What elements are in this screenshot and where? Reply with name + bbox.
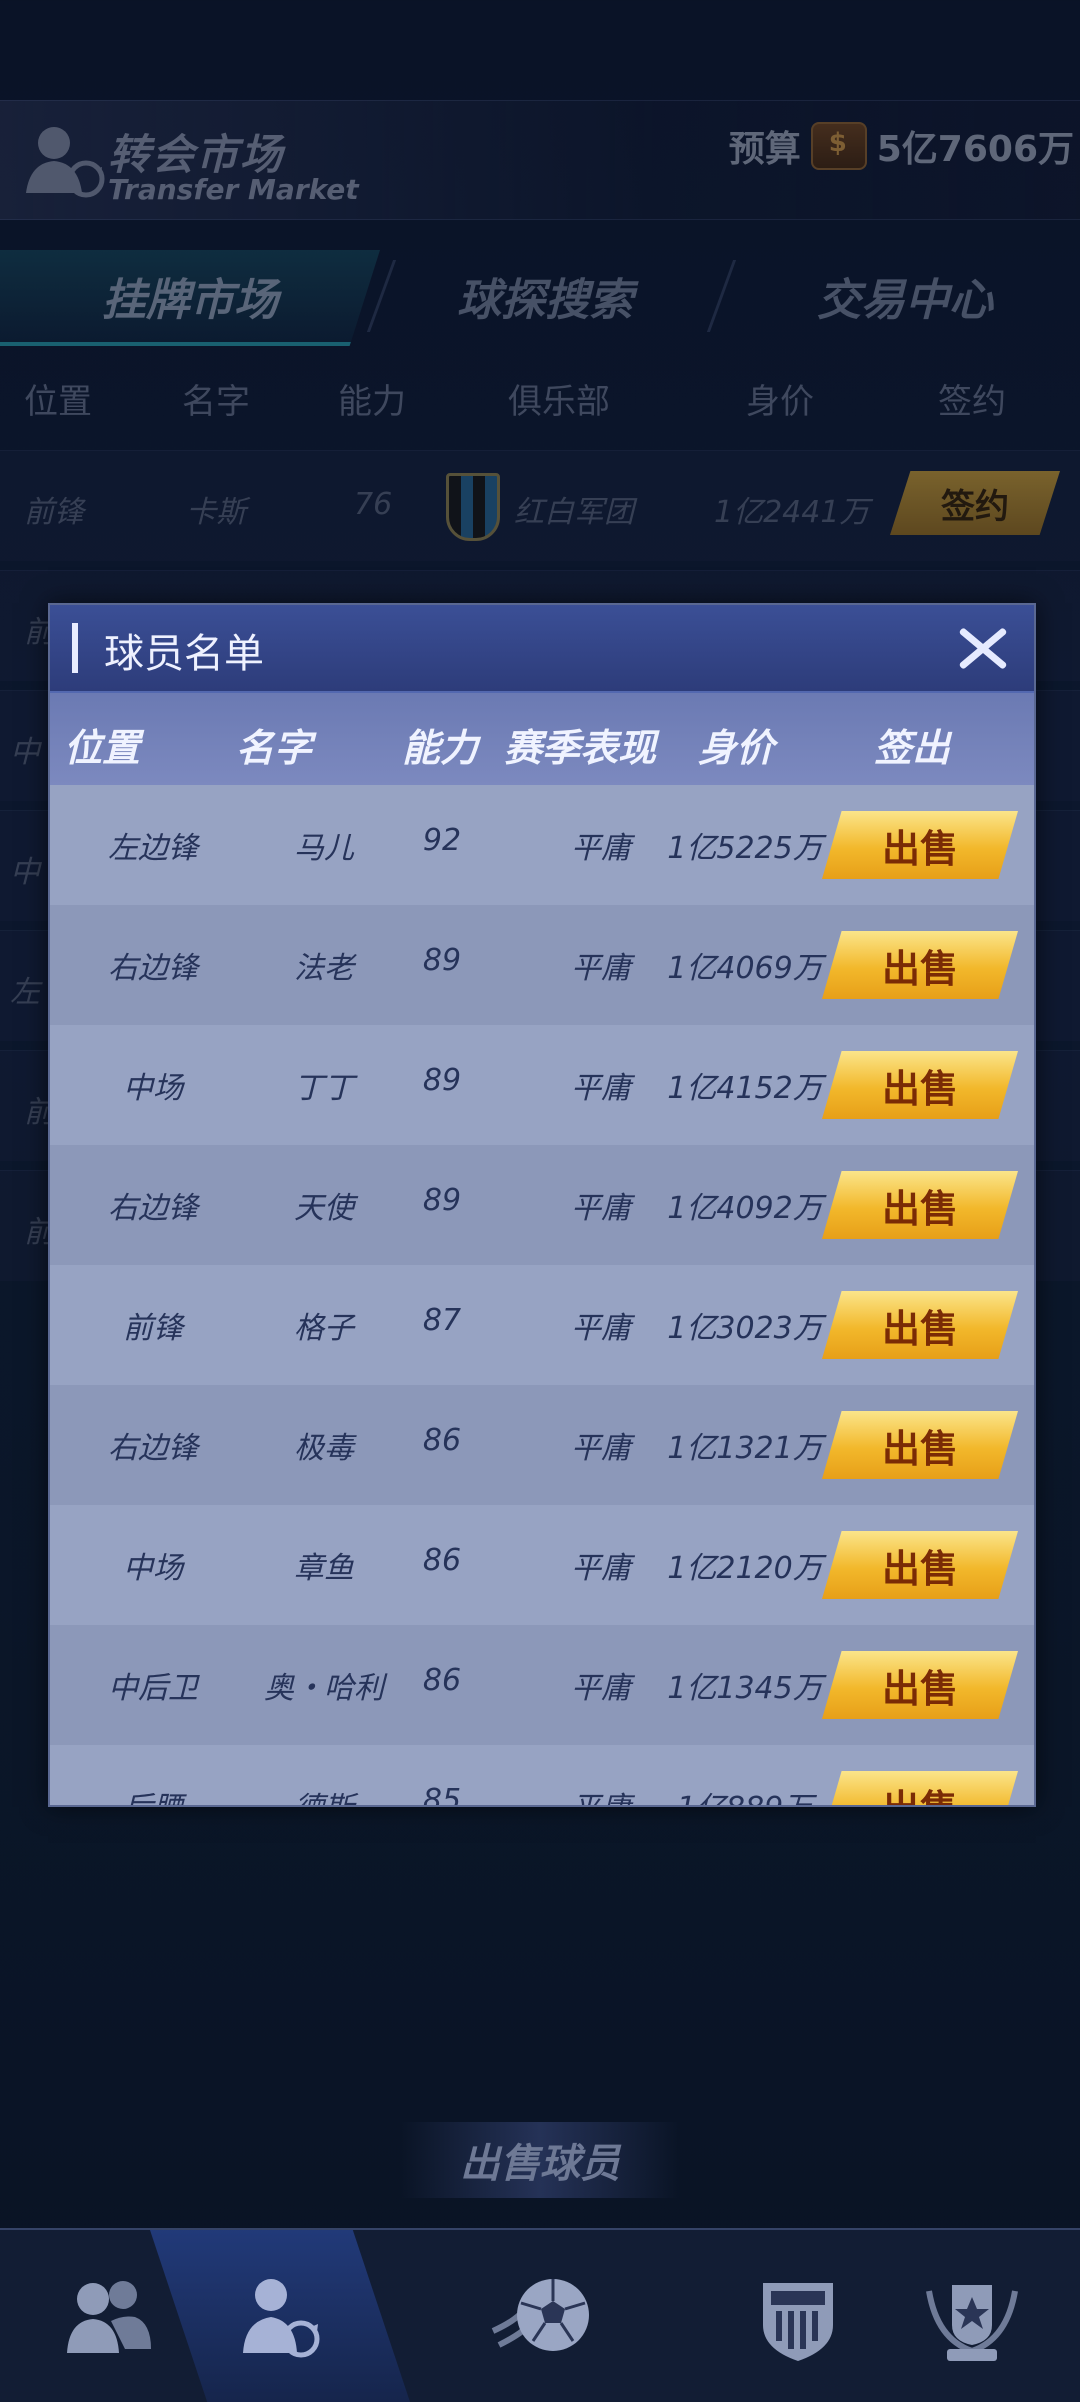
title-accent-bar [72, 623, 78, 673]
player-form: 平庸 [571, 1671, 631, 1706]
player-position: 前锋 [123, 1311, 183, 1346]
player-value: 1亿889万 [660, 1783, 830, 1805]
club-badge-icon [763, 2283, 833, 2361]
player-ability: 89 [422, 1063, 462, 1098]
sell-button[interactable]: 出售 [822, 1051, 1018, 1119]
col-ability: 能力 [402, 726, 479, 770]
player-list-modal: 球员名单 位置 名字 能力 赛季表现 身价 签出 左边锋 马儿 92 平庸 1亿… [48, 603, 1036, 1807]
player-value: 1亿4092万 [667, 1191, 823, 1226]
sell-button[interactable]: 出售 [822, 1171, 1018, 1239]
sell-button[interactable]: 出售 [822, 1651, 1018, 1719]
player-name: 法老 [294, 951, 354, 986]
player-name: 格子 [294, 1311, 354, 1346]
col-season-form: 赛季表现 [504, 726, 657, 770]
player-row: 后腰 德斯 85 平庸 1亿889万 出售 [50, 1745, 1034, 1805]
sell-button[interactable]: 出售 [822, 811, 1018, 879]
player-form: 平庸 [571, 1551, 631, 1586]
player-name: 天使 [294, 1191, 354, 1226]
trophy-icon [926, 2285, 1018, 2361]
player-name: 奥・哈利 [264, 1671, 384, 1706]
player-name: 丁丁 [294, 1071, 354, 1106]
close-icon[interactable] [950, 615, 1016, 681]
player-list[interactable]: 左边锋 马儿 92 平庸 1亿5225万 出售 右边锋 法老 89 平庸 1亿4… [50, 785, 1034, 1805]
player-ability: 86 [422, 1663, 462, 1698]
player-form: 平庸 [526, 1783, 676, 1805]
player-row: 右边锋 法老 89 平庸 1亿4069万 出售 [50, 905, 1034, 1025]
player-form: 平庸 [571, 1191, 631, 1226]
sell-button[interactable]: 出售 [822, 1771, 1018, 1805]
player-form: 平庸 [571, 1071, 631, 1106]
player-ability: 86 [422, 1423, 462, 1458]
player-value: 1亿5225万 [667, 831, 823, 866]
player-position: 中场 [123, 1071, 183, 1106]
player-position: 中后卫 [108, 1671, 198, 1706]
player-form: 平庸 [571, 1431, 631, 1466]
player-position: 右边锋 [108, 1431, 198, 1466]
player-row: 右边锋 天使 89 平庸 1亿4092万 出售 [50, 1145, 1034, 1265]
player-name: 德斯 [224, 1783, 424, 1805]
player-value: 1亿1321万 [667, 1431, 823, 1466]
sell-players-button[interactable]: 出售球员 [400, 2122, 680, 2198]
player-row: 前锋 格子 87 平庸 1亿3023万 出售 [50, 1265, 1034, 1385]
player-position: 后腰 [58, 1783, 248, 1805]
player-ability: 85 [422, 1783, 462, 1805]
player-value: 1亿3023万 [667, 1311, 823, 1346]
transfer-icon [243, 2279, 320, 2358]
player-row: 中后卫 奥・哈利 86 平庸 1亿1345万 出售 [50, 1625, 1034, 1745]
col-position: 位置 [64, 726, 141, 770]
player-value: 1亿4152万 [667, 1071, 823, 1106]
sell-button[interactable]: 出售 [822, 1531, 1018, 1599]
col-name: 名字 [236, 726, 313, 770]
modal-title: 球员名单 [104, 631, 264, 677]
player-value: 1亿4069万 [667, 951, 823, 986]
sell-button[interactable]: 出售 [822, 1291, 1018, 1359]
player-ability: 92 [422, 823, 462, 858]
nav-trophy[interactable] [864, 2230, 1080, 2402]
nav-match[interactable] [432, 2230, 648, 2402]
player-ability: 89 [422, 1183, 462, 1218]
bottom-nav [0, 2228, 1080, 2402]
player-position: 左边锋 [108, 831, 198, 866]
player-name: 章鱼 [294, 1551, 354, 1586]
football-icon [491, 2279, 589, 2351]
player-position: 右边锋 [108, 1191, 198, 1226]
player-row: 中场 章鱼 86 平庸 1亿2120万 出售 [50, 1505, 1034, 1625]
player-table-header: 位置 名字 能力 赛季表现 身价 签出 [50, 693, 1034, 785]
player-position: 中场 [123, 1551, 183, 1586]
player-value: 1亿1345万 [667, 1671, 823, 1706]
player-form: 平庸 [571, 831, 631, 866]
sell-button[interactable]: 出售 [822, 1411, 1018, 1479]
player-name: 马儿 [294, 831, 354, 866]
team-icon [67, 2281, 151, 2353]
col-value: 身价 [698, 726, 775, 770]
player-ability: 86 [422, 1543, 462, 1578]
player-ability: 87 [422, 1303, 462, 1338]
player-row: 左边锋 马儿 92 平庸 1亿5225万 出售 [50, 785, 1034, 905]
player-position: 右边锋 [108, 951, 198, 986]
player-name: 极毒 [294, 1431, 354, 1466]
player-value: 1亿2120万 [667, 1551, 823, 1586]
col-release: 签出 [874, 726, 951, 770]
player-form: 平庸 [571, 951, 631, 986]
player-row: 右边锋 极毒 86 平庸 1亿1321万 出售 [50, 1385, 1034, 1505]
player-form: 平庸 [571, 1311, 631, 1346]
player-ability: 89 [422, 943, 462, 978]
modal-title-bar: 球员名单 [50, 605, 1034, 693]
sell-button[interactable]: 出售 [822, 931, 1018, 999]
player-row: 中场 丁丁 89 平庸 1亿4152万 出售 [50, 1025, 1034, 1145]
